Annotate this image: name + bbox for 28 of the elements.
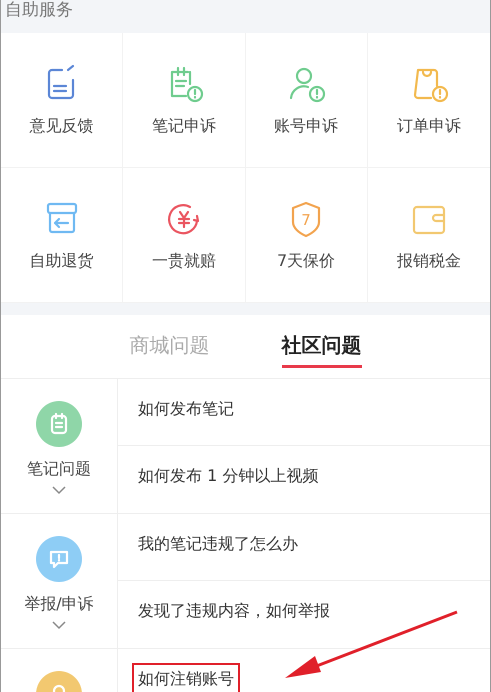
service-label: 笔记申诉 bbox=[152, 116, 216, 136]
service-tile[interactable]: 账号申诉 bbox=[246, 33, 368, 168]
tab[interactable]: 社区问题 bbox=[282, 326, 362, 368]
section-title: 自助服务 bbox=[5, 0, 73, 20]
question-item[interactable]: 发现了违规内容，如何举报 bbox=[118, 581, 490, 648]
service-label: 7天保价 bbox=[277, 250, 336, 272]
service-label: 自助退货 bbox=[30, 250, 94, 272]
question-item[interactable]: 如何发布笔记 bbox=[118, 379, 490, 446]
service-tile[interactable]: 笔记申诉 bbox=[123, 33, 246, 168]
service-tile[interactable]: 意见反馈 bbox=[1, 33, 124, 168]
question-text: 如何注销账号 bbox=[134, 665, 238, 692]
service-label: 订单申诉 bbox=[396, 116, 461, 136]
question-text: 发现了违规内容，如何举报 bbox=[137, 600, 331, 622]
question-text: 如何发布笔记 bbox=[137, 398, 235, 420]
question-item[interactable]: 我的笔记违规了怎么办 bbox=[118, 514, 490, 581]
question-text: 如何发布 1 分钟以上视频 bbox=[137, 465, 320, 487]
question-item[interactable]: 如何注销账号 bbox=[118, 649, 490, 692]
service-label: 意见反馈 bbox=[30, 116, 94, 136]
service-label: 一贵就赔 bbox=[152, 250, 216, 272]
question-text: 我的笔记违规了怎么办 bbox=[137, 532, 299, 554]
question-item[interactable]: 如何发布 1 分钟以上视频 bbox=[118, 446, 490, 513]
service-label: 报销税金 bbox=[396, 250, 461, 272]
category-label[interactable]: 举报/申诉 bbox=[24, 594, 94, 615]
category-label[interactable]: 笔记问题 bbox=[27, 459, 91, 480]
chevron-down-icon[interactable] bbox=[52, 486, 66, 495]
service-tile[interactable]: 订单申诉 bbox=[368, 33, 490, 168]
chevron-down-icon[interactable] bbox=[52, 621, 66, 630]
service-label: 账号申诉 bbox=[274, 116, 338, 136]
